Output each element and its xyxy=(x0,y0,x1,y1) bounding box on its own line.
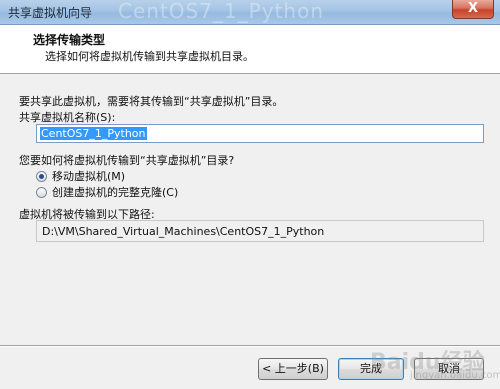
radio-move-vm-label: 移动虚拟机(M) xyxy=(52,170,126,183)
transfer-question: 您要如何将虚拟机传输到“共享虚拟机”目录? xyxy=(19,154,235,167)
header-title: 选择传输类型 xyxy=(33,33,106,47)
intro-text: 要共享此虚拟机，需要将其传输到“共享虚拟机”目录。 xyxy=(19,95,284,108)
radio-full-clone-label: 创建虚拟机的完整克隆(C) xyxy=(52,186,179,199)
title-bar[interactable]: 共享虚拟机向导 CentOS7_1_Python X xyxy=(0,0,500,25)
back-button[interactable]: < 上一步(B) xyxy=(258,358,328,380)
baidu-watermark-url: jingyan.baidu.com xyxy=(410,370,500,381)
radio-move-vm[interactable]: 移动虚拟机(M) xyxy=(36,169,125,183)
path-display: D:\VM\Shared_Virtual_Machines\CentOS7_1_… xyxy=(36,220,484,242)
radio-checked-icon xyxy=(36,170,47,182)
vm-name-label: 共享虚拟机名称(S): xyxy=(19,111,116,124)
window-title: 共享虚拟机向导 xyxy=(8,6,93,20)
radio-unchecked-icon xyxy=(36,186,47,198)
close-button[interactable]: X xyxy=(452,0,494,19)
vm-name-input[interactable]: CentOS7_1_Python xyxy=(36,124,484,143)
share-vm-wizard-window: 共享虚拟机向导 CentOS7_1_Python X 选择传输类型 选择如何将虚… xyxy=(0,0,500,389)
vm-name-value: CentOS7_1_Python xyxy=(40,127,147,140)
header-subtitle: 选择如何将虚拟机传输到共享虚拟机目录。 xyxy=(45,50,254,63)
radio-full-clone[interactable]: 创建虚拟机的完整克隆(C) xyxy=(36,185,178,199)
close-icon: X xyxy=(467,1,479,16)
path-value: D:\VM\Shared_Virtual_Machines\CentOS7_1_… xyxy=(42,225,325,238)
title-ghost-text: CentOS7_1_Python xyxy=(118,0,324,23)
wizard-header: 选择传输类型 选择如何将虚拟机传输到共享虚拟机目录。 xyxy=(0,25,500,74)
